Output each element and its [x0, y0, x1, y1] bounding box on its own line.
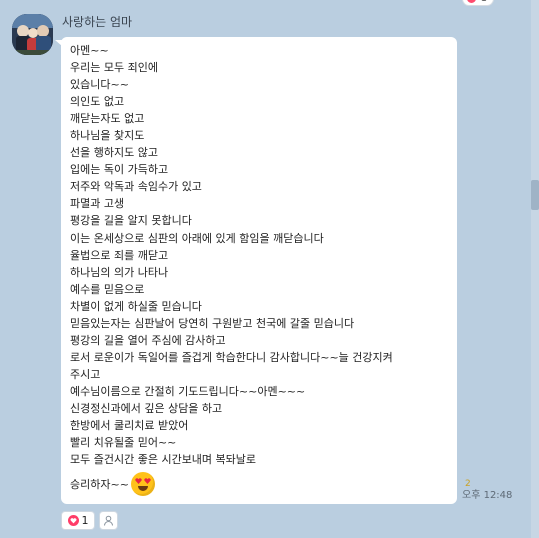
- message-bubble[interactable]: 아멘~~ 우리는 모두 죄인에 있습니다~~ 의인도 없고 깨닫는자도 없고 하…: [61, 37, 457, 504]
- message-line: 예수님이름으로 간절히 기도드립니다~~아멘~~~: [70, 384, 306, 398]
- message-line: 깨닫는자도 없고: [70, 112, 145, 126]
- message-line: 파멸과 고생: [70, 197, 125, 211]
- scrollbar-thumb[interactable]: [531, 180, 539, 210]
- message-line: 한방에서 쿨리치료 받았어: [70, 419, 189, 433]
- emoji-mouth: [137, 486, 148, 492]
- message-time: 오후 12:48: [462, 490, 513, 501]
- message-line: 선을 행하지도 않고: [70, 146, 158, 160]
- message-line: 모두 즐건시간 좋은 시간보내며 복돠날로: [70, 453, 257, 467]
- heart-eye-icon: [144, 478, 151, 485]
- scrollbar[interactable]: [531, 0, 539, 538]
- avatar[interactable]: [12, 14, 53, 55]
- message-line: 하나님을 찾지도: [70, 129, 145, 143]
- message-line: 아멘~~: [70, 44, 109, 57]
- message-line: 믿음있는자는 심판날어 당연히 구원받고 천국에 갈줄 믿습니다: [70, 316, 355, 330]
- message-line: 저주와 악독과 속임수가 있고: [70, 180, 202, 194]
- add-reaction-button[interactable]: [99, 511, 118, 530]
- message-line: 입에는 독이 가득하고: [70, 163, 169, 177]
- unread-count: 2: [465, 479, 471, 489]
- person-icon: [104, 515, 113, 526]
- heart-icon: [467, 0, 476, 3]
- message-line: 하나님의 의가 나타나: [70, 265, 169, 279]
- message-line: 주시고: [70, 367, 101, 381]
- message-line: 율법으로 죄를 깨닫고: [70, 248, 169, 262]
- avatar-photo-icon: [12, 14, 53, 55]
- message-line: 신경정신과에서 깊은 상담을 하고: [70, 401, 223, 415]
- sender-name: 사랑하는 엄마: [62, 15, 133, 29]
- message-line: 있습니다~~: [70, 78, 129, 92]
- message-last-line: 승리하자~~: [70, 472, 447, 497]
- message-line: 우리는 모두 죄인에: [70, 61, 158, 75]
- message-line: 차별이 없게 하실줄 믿습니다: [70, 299, 202, 313]
- heart-reaction-count: 1: [81, 514, 89, 527]
- top-reaction-badge[interactable]: 1: [462, 0, 494, 6]
- message-line: 로서 로운이가 독일어를 즐겁게 학습한다니 감사합니다~~늘 건강지켜: [70, 350, 393, 364]
- message-line: 의인도 없고: [70, 95, 125, 109]
- message-line: 승리하자~~: [70, 478, 129, 492]
- message-line: 빨리 치유될줄 믿어~~: [70, 436, 177, 450]
- heart-eye-icon: [135, 478, 142, 485]
- message-line: 이는 온세상으로 심판의 아래에 있게 함임을 깨닫습니다: [70, 231, 324, 245]
- heart-eyes-emoji-icon: [130, 472, 155, 497]
- message-line: 예수를 믿음으로: [70, 282, 145, 296]
- message-line: 평강을 길을 알지 못합니다: [70, 214, 192, 228]
- heart-icon: [67, 515, 79, 526]
- heart-reaction-button[interactable]: 1: [61, 511, 95, 530]
- message-line: 평강의 길을 열어 주심에 감사하고: [70, 333, 226, 347]
- top-reaction-count: 1: [481, 0, 487, 4]
